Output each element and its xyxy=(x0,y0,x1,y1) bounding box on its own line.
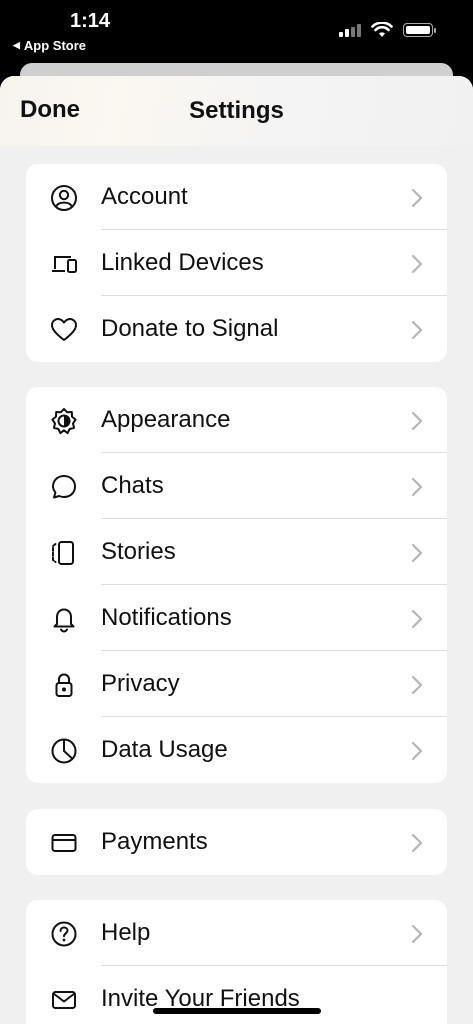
settings-item-stories[interactable]: Stories xyxy=(26,519,447,585)
settings-item-data-usage[interactable]: Data Usage xyxy=(26,717,447,783)
status-bar: 1:14 ◀ App Store xyxy=(0,0,473,62)
chevron-right-icon xyxy=(411,188,423,208)
settings-item-invite-friends[interactable]: Invite Your Friends xyxy=(26,966,447,1024)
chevron-right-icon xyxy=(411,320,423,340)
settings-item-label: Payments xyxy=(101,828,208,855)
settings-item-label: Linked Devices xyxy=(101,249,264,276)
appearance-icon xyxy=(51,408,77,435)
chevron-right-icon xyxy=(411,924,423,944)
chevron-right-icon xyxy=(411,477,423,497)
settings-item-label: Help xyxy=(101,919,151,946)
back-triangle-icon: ◀ xyxy=(13,40,20,50)
navigation-bar: Done Settings xyxy=(0,76,473,146)
settings-group-payments: Payments xyxy=(26,809,447,875)
settings-item-label: Appearance xyxy=(101,406,231,433)
lock-icon xyxy=(55,673,73,697)
chevron-right-icon xyxy=(411,833,423,853)
stories-icon xyxy=(52,541,74,565)
settings-item-label: Stories xyxy=(101,538,176,565)
chevron-right-icon xyxy=(411,741,423,761)
wifi-icon xyxy=(371,22,393,37)
settings-item-account[interactable]: Account xyxy=(26,164,447,230)
settings-group-account: Account Linked Devices Donate to Signal xyxy=(26,164,447,362)
settings-item-linked-devices[interactable]: Linked Devices xyxy=(26,230,447,296)
page-title: Settings xyxy=(189,97,284,124)
settings-group-help: Help Invite Your Friends xyxy=(26,900,447,1024)
back-to-app-link[interactable]: ◀ App Store xyxy=(13,38,86,53)
heart-icon xyxy=(51,318,77,341)
chevron-right-icon xyxy=(411,411,423,431)
settings-item-label: Account xyxy=(101,183,188,210)
settings-item-payments[interactable]: Payments xyxy=(26,809,447,875)
status-time: 1:14 xyxy=(70,10,111,32)
card-icon xyxy=(51,834,77,852)
settings-item-donate[interactable]: Donate to Signal xyxy=(26,296,447,362)
back-app-label: App Store xyxy=(23,38,87,53)
settings-item-label: Donate to Signal xyxy=(101,315,279,342)
chevron-right-icon xyxy=(411,675,423,695)
settings-item-privacy[interactable]: Privacy xyxy=(26,651,447,717)
settings-sheet: Done Settings Account Linked Devices Don… xyxy=(0,76,473,1024)
account-icon xyxy=(51,185,77,211)
settings-item-notifications[interactable]: Notifications xyxy=(26,585,447,651)
chat-bubble-icon xyxy=(52,475,76,499)
bell-icon xyxy=(53,608,75,633)
chevron-right-icon xyxy=(411,609,423,629)
settings-group-preferences: Appearance Chats Stories Notifications P… xyxy=(26,387,447,783)
settings-item-label: Notifications xyxy=(101,604,232,631)
battery-icon xyxy=(403,23,436,37)
chevron-right-icon xyxy=(411,254,423,274)
settings-item-label: Data Usage xyxy=(101,736,228,763)
linked-devices-icon xyxy=(52,256,77,273)
settings-item-chats[interactable]: Chats xyxy=(26,453,447,519)
envelope-icon xyxy=(52,991,76,1009)
pie-chart-icon xyxy=(51,738,77,764)
home-indicator[interactable] xyxy=(153,1008,321,1014)
help-icon xyxy=(51,921,77,947)
settings-item-label: Chats xyxy=(101,472,164,499)
chevron-right-icon xyxy=(411,543,423,563)
status-icons xyxy=(339,22,436,38)
settings-item-label: Privacy xyxy=(101,670,180,697)
settings-item-appearance[interactable]: Appearance xyxy=(26,387,447,453)
cellular-signal-icon xyxy=(339,23,361,37)
settings-item-help[interactable]: Help xyxy=(26,900,447,966)
